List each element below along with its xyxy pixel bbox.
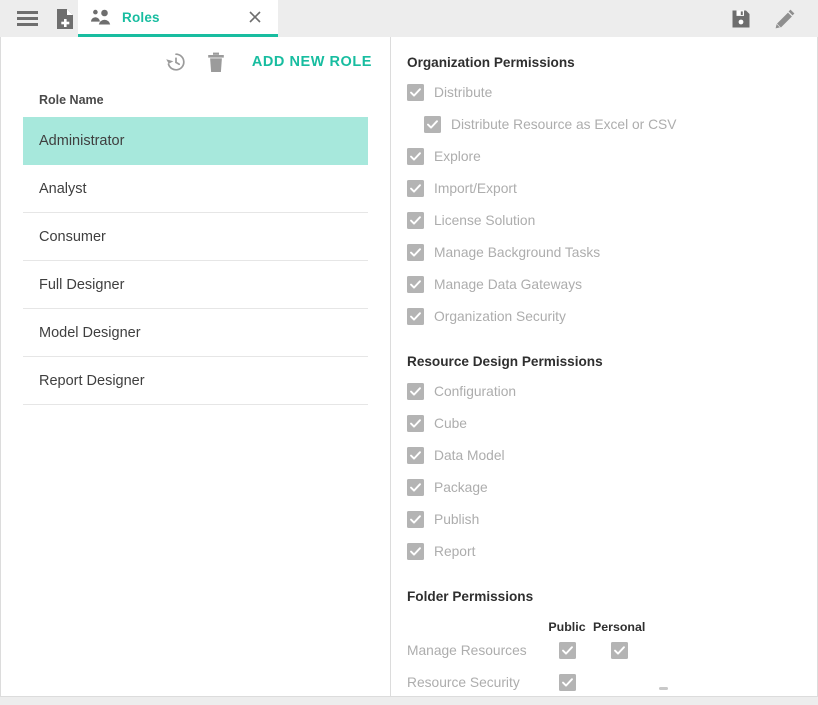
folder-permission-row[interactable]: Resource Security <box>391 666 817 696</box>
trash-delete-icon[interactable] <box>200 46 232 78</box>
scrollbar-nub[interactable] <box>659 687 668 690</box>
checkbox-checked-icon[interactable] <box>407 307 424 325</box>
checkbox-checked-icon[interactable] <box>407 414 424 432</box>
roles-toolbar: ADD NEW ROLE <box>1 37 390 87</box>
role-list-item[interactable]: Model Designer <box>23 309 368 357</box>
permission-row[interactable]: Configuration <box>391 375 817 407</box>
checkbox-checked-icon[interactable] <box>407 83 424 101</box>
permission-row[interactable]: Distribute Resource as Excel or CSV <box>391 108 817 140</box>
people-icon <box>90 9 112 25</box>
permission-label: Manage Data Gateways <box>434 276 583 292</box>
checkbox-checked-icon[interactable] <box>610 641 628 659</box>
permission-row[interactable]: Cube <box>391 407 817 439</box>
close-icon[interactable] <box>246 8 264 26</box>
permission-row[interactable]: Manage Data Gateways <box>391 268 817 300</box>
folder-checkbox-public[interactable] <box>541 673 593 691</box>
checkbox-checked-icon[interactable] <box>558 673 576 691</box>
checkbox-checked-icon[interactable] <box>407 211 424 229</box>
folder-permissions-list: Manage Resources Resource Security <box>391 634 817 696</box>
permission-label: Configuration <box>434 383 517 399</box>
tab-roles[interactable]: Roles <box>78 0 278 37</box>
role-list-item[interactable]: Report Designer <box>23 357 368 405</box>
permission-label: Import/Export <box>434 180 517 196</box>
main-surface: ADD NEW ROLE Role Name Administrator Anal… <box>0 37 818 697</box>
permission-label: Cube <box>434 415 467 431</box>
permission-row[interactable]: Manage Background Tasks <box>391 236 817 268</box>
top-bar-actions <box>730 0 818 37</box>
permissions-scroll-area[interactable]: Organization Permissions Distribute Distr… <box>391 37 817 696</box>
folder-column-public: Public <box>548 620 586 634</box>
roles-list-panel: ADD NEW ROLE Role Name Administrator Anal… <box>1 37 391 696</box>
role-name-label: Consumer <box>39 228 106 245</box>
role-name-column-header: Role Name <box>39 93 104 107</box>
role-name-label: Administrator <box>39 132 125 149</box>
top-bar: Roles <box>0 0 818 37</box>
folder-column-personal: Personal <box>593 620 646 634</box>
permission-label: Explore <box>434 148 481 164</box>
role-list-item[interactable]: Full Designer <box>23 261 368 309</box>
tab-label: Roles <box>122 9 160 25</box>
permission-row[interactable]: Import/Export <box>391 172 817 204</box>
folder-permission-row[interactable]: Manage Resources <box>391 634 817 666</box>
resource-design-permissions-list: Configuration Cube Data Model Package Publis… <box>391 375 817 567</box>
role-list-item[interactable]: Analyst <box>23 165 368 213</box>
checkbox-checked-icon[interactable] <box>407 478 424 496</box>
permission-label: Report <box>434 543 476 559</box>
resource-design-permissions-title: Resource Design Permissions <box>407 354 603 369</box>
folder-permissions-title: Folder Permissions <box>407 589 534 604</box>
folder-checkbox-personal[interactable] <box>593 641 645 659</box>
role-name-label: Model Designer <box>39 324 141 341</box>
checkbox-checked-icon[interactable] <box>407 147 424 165</box>
checkbox-checked-icon[interactable] <box>558 641 576 659</box>
folder-permission-label: Manage Resources <box>407 642 527 658</box>
permission-row[interactable]: Explore <box>391 140 817 172</box>
checkbox-checked-icon[interactable] <box>407 179 424 197</box>
permissions-panel: Organization Permissions Distribute Distr… <box>391 37 817 696</box>
permission-row[interactable]: Data Model <box>391 439 817 471</box>
permission-row[interactable]: Publish <box>391 503 817 535</box>
folder-permission-label: Resource Security <box>407 674 520 690</box>
checkbox-checked-icon[interactable] <box>407 382 424 400</box>
permission-label: Organization Security <box>434 308 566 324</box>
organization-permissions-title: Organization Permissions <box>407 55 575 70</box>
role-list-item[interactable]: Consumer <box>23 213 368 261</box>
permission-row[interactable]: License Solution <box>391 204 817 236</box>
permission-row[interactable]: Distribute <box>391 76 817 108</box>
save-icon[interactable] <box>730 8 752 30</box>
organization-permissions-list: Distribute Distribute Resource as Excel o… <box>391 76 817 332</box>
permission-row[interactable]: Package <box>391 471 817 503</box>
history-restore-icon[interactable] <box>160 46 192 78</box>
permission-label: Distribute <box>434 84 493 100</box>
checkbox-checked-icon[interactable] <box>407 275 424 293</box>
permission-label: License Solution <box>434 212 536 228</box>
permission-label: Publish <box>434 511 480 527</box>
permission-label: Manage Background Tasks <box>434 244 601 260</box>
hamburger-icon[interactable] <box>10 8 44 30</box>
permission-label: Package <box>434 479 488 495</box>
folder-permissions-header: Public Personal <box>391 610 817 634</box>
roles-list: Administrator Analyst Consumer Full Designe… <box>1 117 390 405</box>
folder-checkbox-public[interactable] <box>541 641 593 659</box>
role-name-label: Report Designer <box>39 372 145 389</box>
checkbox-checked-icon[interactable] <box>407 510 424 528</box>
permission-label: Data Model <box>434 447 505 463</box>
role-list-item[interactable]: Administrator <box>23 117 368 165</box>
checkbox-checked-icon[interactable] <box>407 542 424 560</box>
role-name-label: Analyst <box>39 180 87 197</box>
permission-label: Distribute Resource as Excel or CSV <box>451 116 677 132</box>
checkbox-checked-icon[interactable] <box>407 446 424 464</box>
checkbox-checked-icon[interactable] <box>407 243 424 261</box>
new-document-icon[interactable] <box>54 8 76 30</box>
add-new-role-button[interactable]: ADD NEW ROLE <box>252 54 372 70</box>
permission-row[interactable]: Report <box>391 535 817 567</box>
role-name-label: Full Designer <box>39 276 125 293</box>
pencil-edit-icon[interactable] <box>774 8 796 30</box>
permission-row[interactable]: Organization Security <box>391 300 817 332</box>
checkbox-checked-icon[interactable] <box>424 115 441 133</box>
